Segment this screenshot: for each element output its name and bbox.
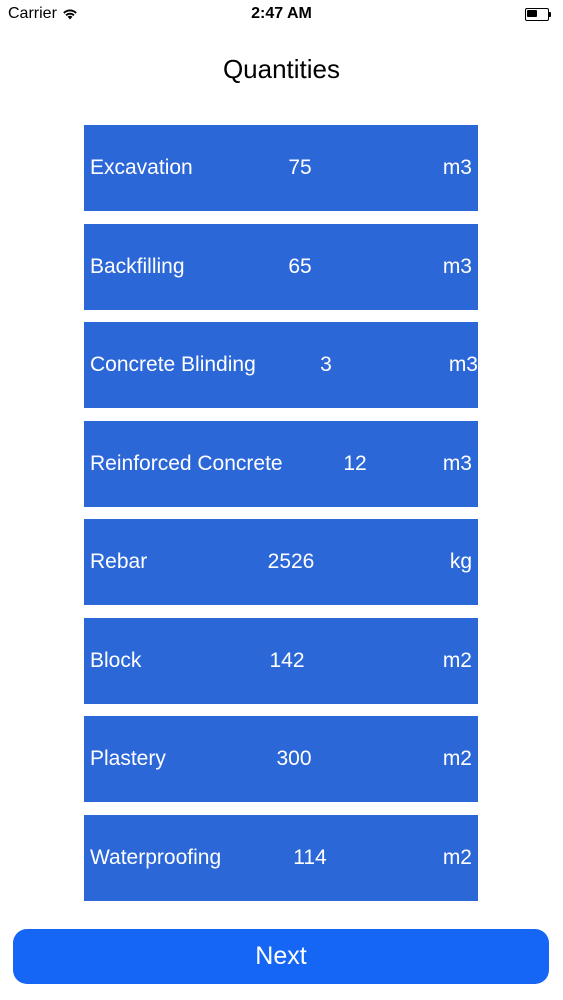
item-unit: m2 [442,648,472,672]
item-unit: m2 [442,747,472,770]
next-button[interactable]: Next [13,929,549,984]
item-name: Rebar [90,550,148,573]
item-unit: m3 [448,353,478,376]
quantity-row-reinforced-concrete[interactable]: Reinforced Concrete 12 m3 [84,420,478,507]
battery-level [527,10,537,17]
item-unit: m3 [442,254,472,278]
item-unit: m3 [442,156,472,179]
item-quantity: 65 [288,254,312,278]
item-name: Plastery [90,747,166,770]
item-quantity: 300 [276,747,312,770]
quantity-row-block[interactable]: Block 142 m2 [84,617,478,704]
item-unit: kg [449,550,472,573]
item-name: Concrete Blinding [90,353,256,376]
item-quantity: 12 [343,451,367,475]
item-name: Excavation [90,156,193,179]
quantity-row-concrete-blinding[interactable]: Concrete Blinding 3 m3 [84,322,478,408]
item-unit: m2 [442,845,472,869]
item-name: Reinforced Concrete [90,451,283,475]
battery-tip [549,12,551,17]
item-quantity: 114 [293,845,327,869]
item-quantity: 142 [269,648,305,672]
item-name: Backfilling [90,254,185,278]
item-name: Block [90,648,142,672]
quantities-list: Excavation 75 m3 Backfilling 65 m3 Concr… [84,125,478,913]
quantity-row-waterproofing[interactable]: Waterproofing 114 m2 [84,814,478,901]
quantity-row-backfilling[interactable]: Backfilling 65 m3 [84,223,478,310]
item-unit: m3 [442,451,472,475]
item-quantity: 3 [320,353,332,376]
quantity-row-excavation[interactable]: Excavation 75 m3 [84,125,478,211]
status-bar: Carrier 2:47 AM [0,0,563,30]
quantity-row-plastery[interactable]: Plastery 300 m2 [84,716,478,802]
battery-icon [525,8,551,21]
item-quantity: 2526 [267,550,315,573]
clock: 2:47 AM [251,5,312,22]
item-quantity: 75 [288,156,312,179]
item-name: Waterproofing [90,845,222,869]
page-title: Quantities [222,54,341,84]
quantity-row-rebar[interactable]: Rebar 2526 kg [84,519,478,605]
